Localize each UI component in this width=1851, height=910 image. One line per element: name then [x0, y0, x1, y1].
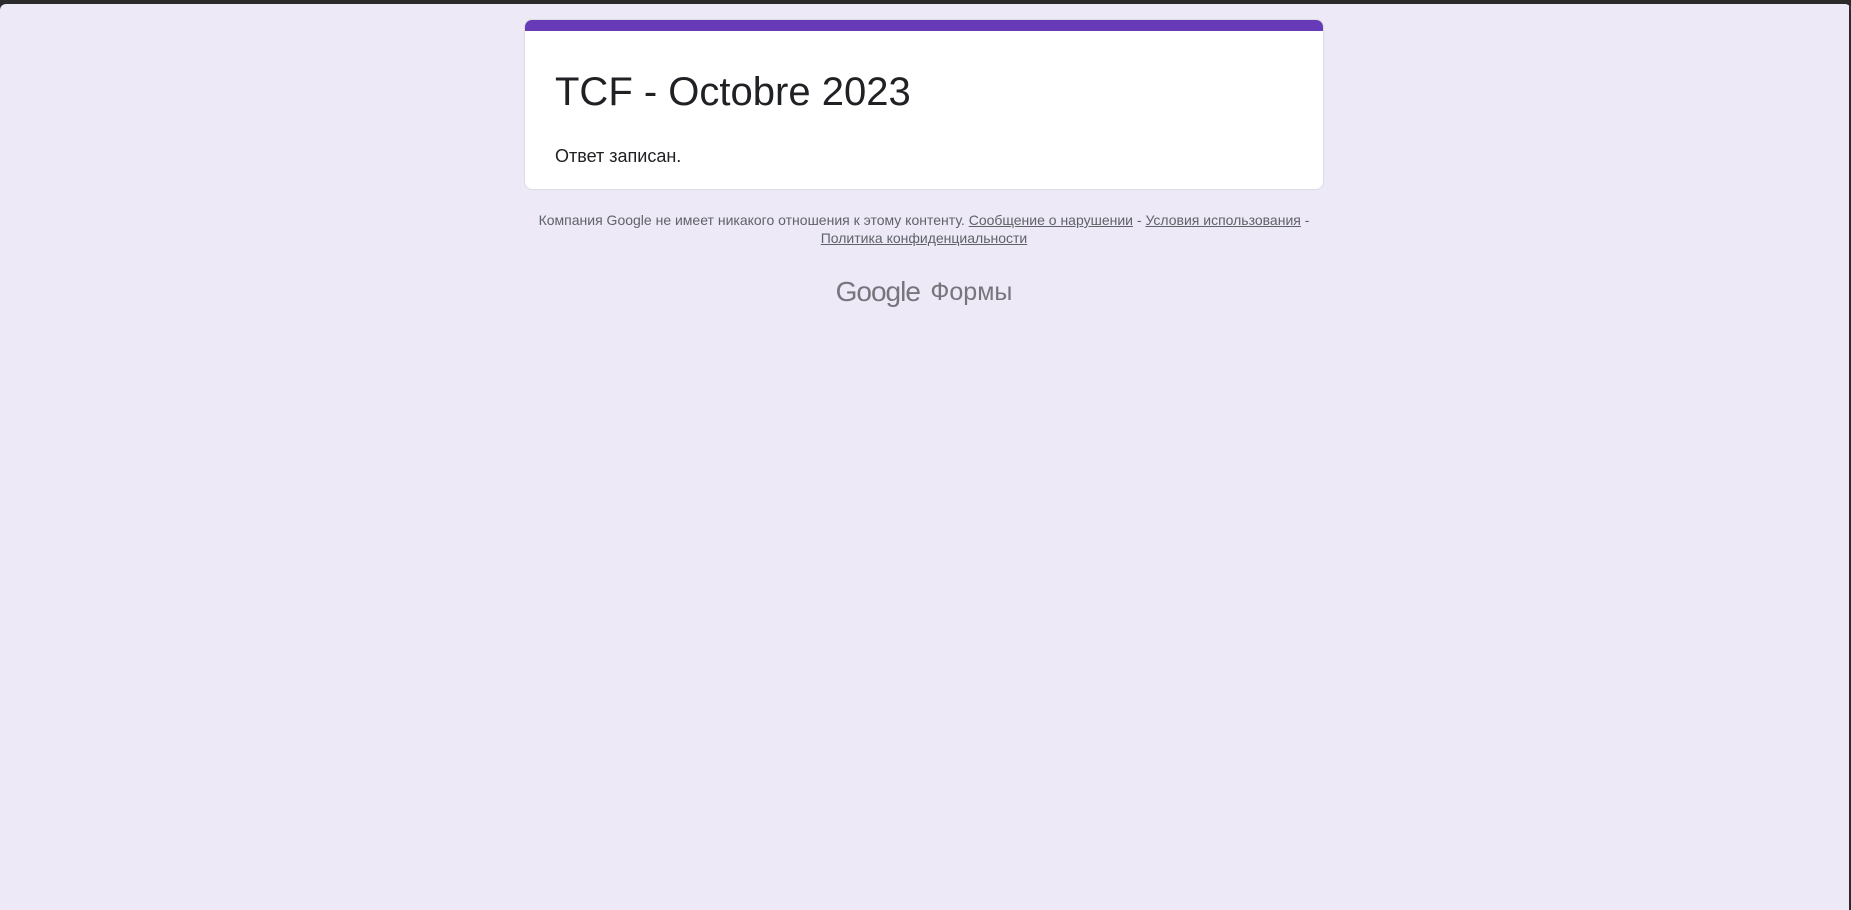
footer-separator: -: [1136, 212, 1142, 228]
form-confirmation-card: TCF - Octobre 2023 Ответ записан.: [524, 19, 1324, 190]
privacy-link[interactable]: Политика конфиденциальности: [821, 230, 1028, 246]
google-forms-logo[interactable]: Google Формы: [524, 274, 1324, 310]
disclaimer-text: Компания Google не имеет никакого отноше…: [538, 212, 965, 228]
form-accent-bar: [525, 20, 1323, 31]
footer-disclaimer: Компания Google не имеет никакого отноше…: [524, 211, 1324, 247]
footer-separator: -: [1304, 212, 1310, 228]
forms-wordmark: Формы: [930, 278, 1013, 306]
response-recorded-message: Ответ записан.: [555, 146, 682, 166]
report-abuse-link[interactable]: Сообщение о нарушении: [969, 212, 1133, 228]
terms-link[interactable]: Условия использования: [1145, 212, 1300, 228]
form-title: TCF - Octobre 2023: [555, 70, 911, 114]
google-wordmark: Google: [835, 276, 921, 307]
page-viewport: TCF - Octobre 2023 Ответ записан. Компан…: [0, 4, 1851, 910]
